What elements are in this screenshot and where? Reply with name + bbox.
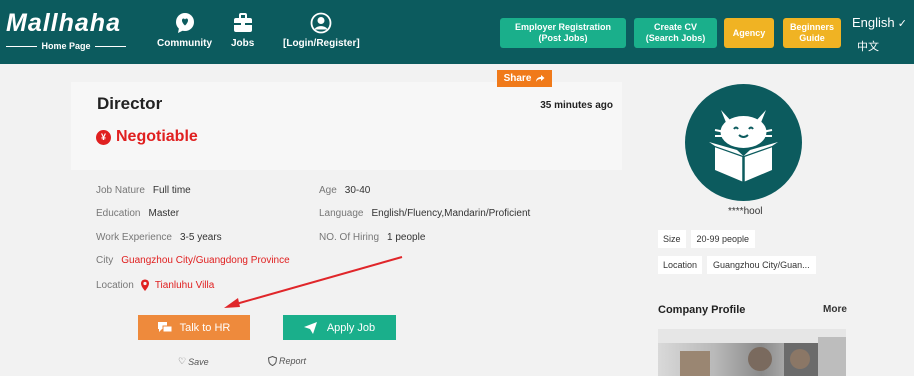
company-name: ****hool (728, 206, 763, 217)
company-logo[interactable] (685, 84, 802, 201)
heart-icon: ♡ (178, 356, 187, 366)
company-size-row: Size 20-99 people (658, 228, 756, 249)
company-size-key: Size (658, 229, 686, 248)
talk-to-hr-button[interactable]: Talk to HR (138, 315, 250, 340)
company-location-key: Location (658, 255, 703, 274)
report-link[interactable]: Report (268, 356, 306, 366)
office-photo-image (658, 329, 846, 376)
apply-job-button[interactable]: Apply Job (283, 315, 396, 340)
company-location-row: Location Guangzhou City/Guan... (658, 254, 816, 275)
chat-icon (157, 321, 172, 332)
company-photo[interactable] (658, 329, 846, 376)
save-link[interactable]: ♡ Save (178, 356, 209, 367)
apply-job-label: Apply Job (326, 321, 376, 334)
send-icon (303, 321, 317, 334)
talk-to-hr-label: Talk to HR (179, 321, 231, 334)
shield-icon (268, 356, 277, 366)
company-size-value: 20-99 people (690, 229, 756, 248)
save-label: Save (188, 356, 209, 367)
company-location-value: Guangzhou City/Guan... (707, 255, 816, 274)
more-link[interactable]: More (823, 304, 847, 315)
report-label: Report (279, 356, 307, 366)
cat-box-icon (709, 110, 778, 182)
company-profile-title: Company Profile (658, 304, 746, 316)
